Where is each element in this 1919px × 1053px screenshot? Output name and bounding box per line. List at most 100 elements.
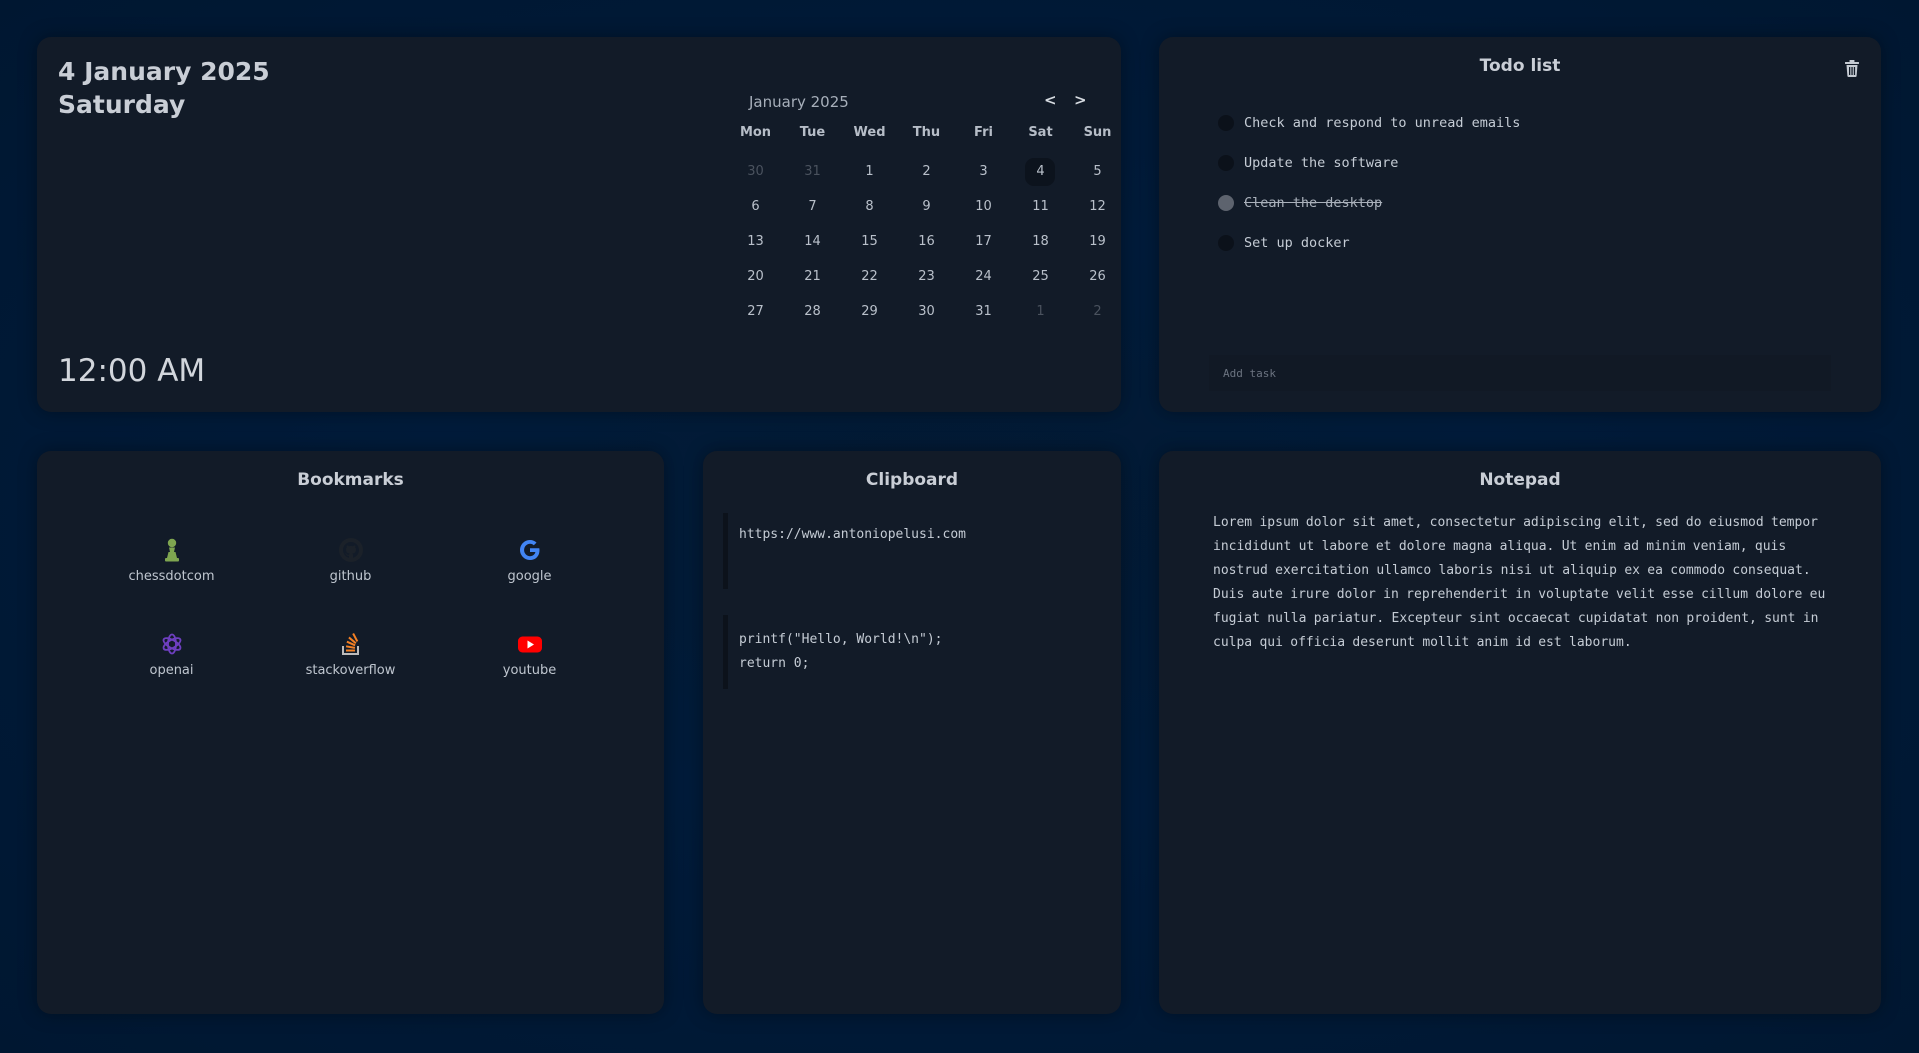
calendar-day[interactable]: 11 [1012, 193, 1069, 228]
calendar-prev-button[interactable]: < [1044, 91, 1057, 109]
todo-card: Todo list Check and respond to unread em… [1159, 37, 1881, 412]
calendar-day-number: 31 [975, 304, 992, 319]
calendar-day[interactable]: 23 [898, 263, 955, 298]
youtube-icon [517, 636, 542, 653]
openai-icon [162, 633, 181, 655]
calendar-day-number: 21 [804, 269, 821, 284]
calendar-day[interactable]: 20 [727, 263, 784, 298]
todo-title: Todo list [1479, 56, 1561, 76]
calendar-day-number: 1 [865, 164, 874, 179]
calendar-day[interactable]: 14 [784, 228, 841, 263]
add-task-input[interactable] [1209, 355, 1831, 391]
calendar-day[interactable]: 8 [841, 193, 898, 228]
calendar-day[interactable]: 18 [1012, 228, 1069, 263]
notepad-title: Notepad [1479, 470, 1561, 490]
calendar-day[interactable]: 1 [1012, 298, 1069, 333]
calendar-day-number: 6 [751, 199, 760, 214]
calendar-day-number: 20 [747, 269, 764, 284]
calendar-day[interactable]: 5 [1069, 158, 1126, 193]
todo-checkbox[interactable] [1218, 115, 1234, 131]
calendar-day-number: 28 [804, 304, 821, 319]
calendar-day-number: 16 [918, 234, 935, 249]
clipboard-card: Clipboard https://www.antoniopelusi.com … [703, 451, 1121, 1014]
bookmark-stackoverflow[interactable]: stackoverflow [261, 631, 440, 725]
calendar-weekday-header: Tue [799, 125, 826, 140]
calendar-day-number: 1 [1036, 304, 1045, 319]
calendar-day[interactable]: 24 [955, 263, 1012, 298]
calendar-day[interactable]: 29 [841, 298, 898, 333]
bookmark-google[interactable]: google [440, 537, 619, 631]
calendar-day[interactable]: 2 [898, 158, 955, 193]
calendar-day[interactable]: 7 [784, 193, 841, 228]
calendar-day-number: 8 [865, 199, 874, 214]
calendar-day-number: 18 [1032, 234, 1049, 249]
calendar-day[interactable]: 19 [1069, 228, 1126, 263]
bookmark-chessdotcom[interactable]: chessdotcom [82, 537, 261, 631]
todo-item-text: Set up docker [1244, 235, 1350, 251]
calendar-day-number: 22 [861, 269, 878, 284]
calendar-day[interactable]: 26 [1069, 263, 1126, 298]
calendar-day[interactable]: 6 [727, 193, 784, 228]
bookmark-grid: chessdotcom github google openai stackov… [37, 537, 664, 725]
todo-item[interactable]: Update the software [1218, 143, 1520, 183]
trash-icon[interactable] [1845, 60, 1859, 77]
clock: 12:00 AM [58, 353, 206, 389]
todo-list: Check and respond to unread emails Update… [1218, 103, 1520, 263]
bookmark-label: chessdotcom [128, 569, 215, 584]
todo-checkbox[interactable] [1218, 235, 1234, 251]
bookmarks-card: Bookmarks chessdotcom github google open… [37, 451, 664, 1014]
calendar-day[interactable]: 15 [841, 228, 898, 263]
todo-item-text: Update the software [1244, 155, 1399, 171]
calendar-day[interactable]: 16 [898, 228, 955, 263]
calendar-weekday-header: Sun [1083, 125, 1112, 140]
calendar-day-number: 11 [1032, 199, 1049, 214]
calendar-day[interactable]: 25 [1012, 263, 1069, 298]
todo-item[interactable]: Check and respond to unread emails [1218, 103, 1520, 143]
calendar-day-number: 25 [1032, 269, 1049, 284]
calendar-day-number: 30 [747, 164, 764, 179]
bookmark-label: youtube [502, 663, 557, 678]
calendar-day-number: 24 [975, 269, 992, 284]
calendar-day[interactable]: 28 [784, 298, 841, 333]
bookmark-label: github [329, 569, 372, 584]
clipboard-item[interactable]: https://www.antoniopelusi.com [723, 513, 1093, 589]
todo-item[interactable]: Set up docker [1218, 223, 1520, 263]
calendar-day[interactable]: 10 [955, 193, 1012, 228]
calendar-day[interactable]: 30 [898, 298, 955, 333]
bookmarks-title: Bookmarks [297, 470, 404, 490]
calendar-day[interactable]: 22 [841, 263, 898, 298]
calendar-day[interactable]: 21 [784, 263, 841, 298]
calendar-day[interactable]: 13 [727, 228, 784, 263]
calendar-day[interactable]: 27 [727, 298, 784, 333]
calendar-day[interactable]: 3 [955, 158, 1012, 193]
calendar-day[interactable]: 31 [955, 298, 1012, 333]
date-calendar-card: 4 January 2025 Saturday 12:00 AM January… [37, 37, 1121, 412]
clipboard-item[interactable]: printf("Hello, World!\n"); return 0; [723, 615, 1093, 689]
calendar-month-label: January 2025 [749, 93, 849, 111]
calendar-day[interactable]: 9 [898, 193, 955, 228]
todo-checkbox[interactable] [1218, 195, 1234, 211]
calendar-day[interactable]: 12 [1069, 193, 1126, 228]
calendar-day-today[interactable]: 4 [1012, 158, 1069, 193]
todo-item-text: Clean the desktop [1244, 195, 1383, 211]
calendar-day[interactable]: 2 [1069, 298, 1126, 333]
todo-item[interactable]: Clean the desktop [1218, 183, 1520, 223]
calendar-day-number: 12 [1089, 199, 1106, 214]
calendar-day-number: 10 [975, 199, 992, 214]
calendar-weekday-header: Sat [1028, 125, 1053, 140]
calendar-day[interactable]: 30 [727, 158, 784, 193]
calendar-weekday-header: Fri [974, 125, 993, 140]
calendar-day-number: 2 [922, 164, 931, 179]
calendar-day-number: 5 [1093, 164, 1102, 179]
clipboard-title: Clipboard [865, 470, 959, 490]
bookmark-openai[interactable]: openai [82, 631, 261, 725]
calendar-day[interactable]: 31 [784, 158, 841, 193]
calendar-day[interactable]: 1 [841, 158, 898, 193]
todo-checkbox[interactable] [1218, 155, 1234, 171]
notepad-textarea[interactable]: Lorem ipsum dolor sit amet, consectetur … [1213, 511, 1843, 655]
calendar-next-button[interactable]: > [1074, 91, 1087, 109]
bookmark-youtube[interactable]: youtube [440, 631, 619, 725]
bookmark-github[interactable]: github [261, 537, 440, 631]
bookmark-label: openai [149, 663, 194, 678]
calendar-day[interactable]: 17 [955, 228, 1012, 263]
